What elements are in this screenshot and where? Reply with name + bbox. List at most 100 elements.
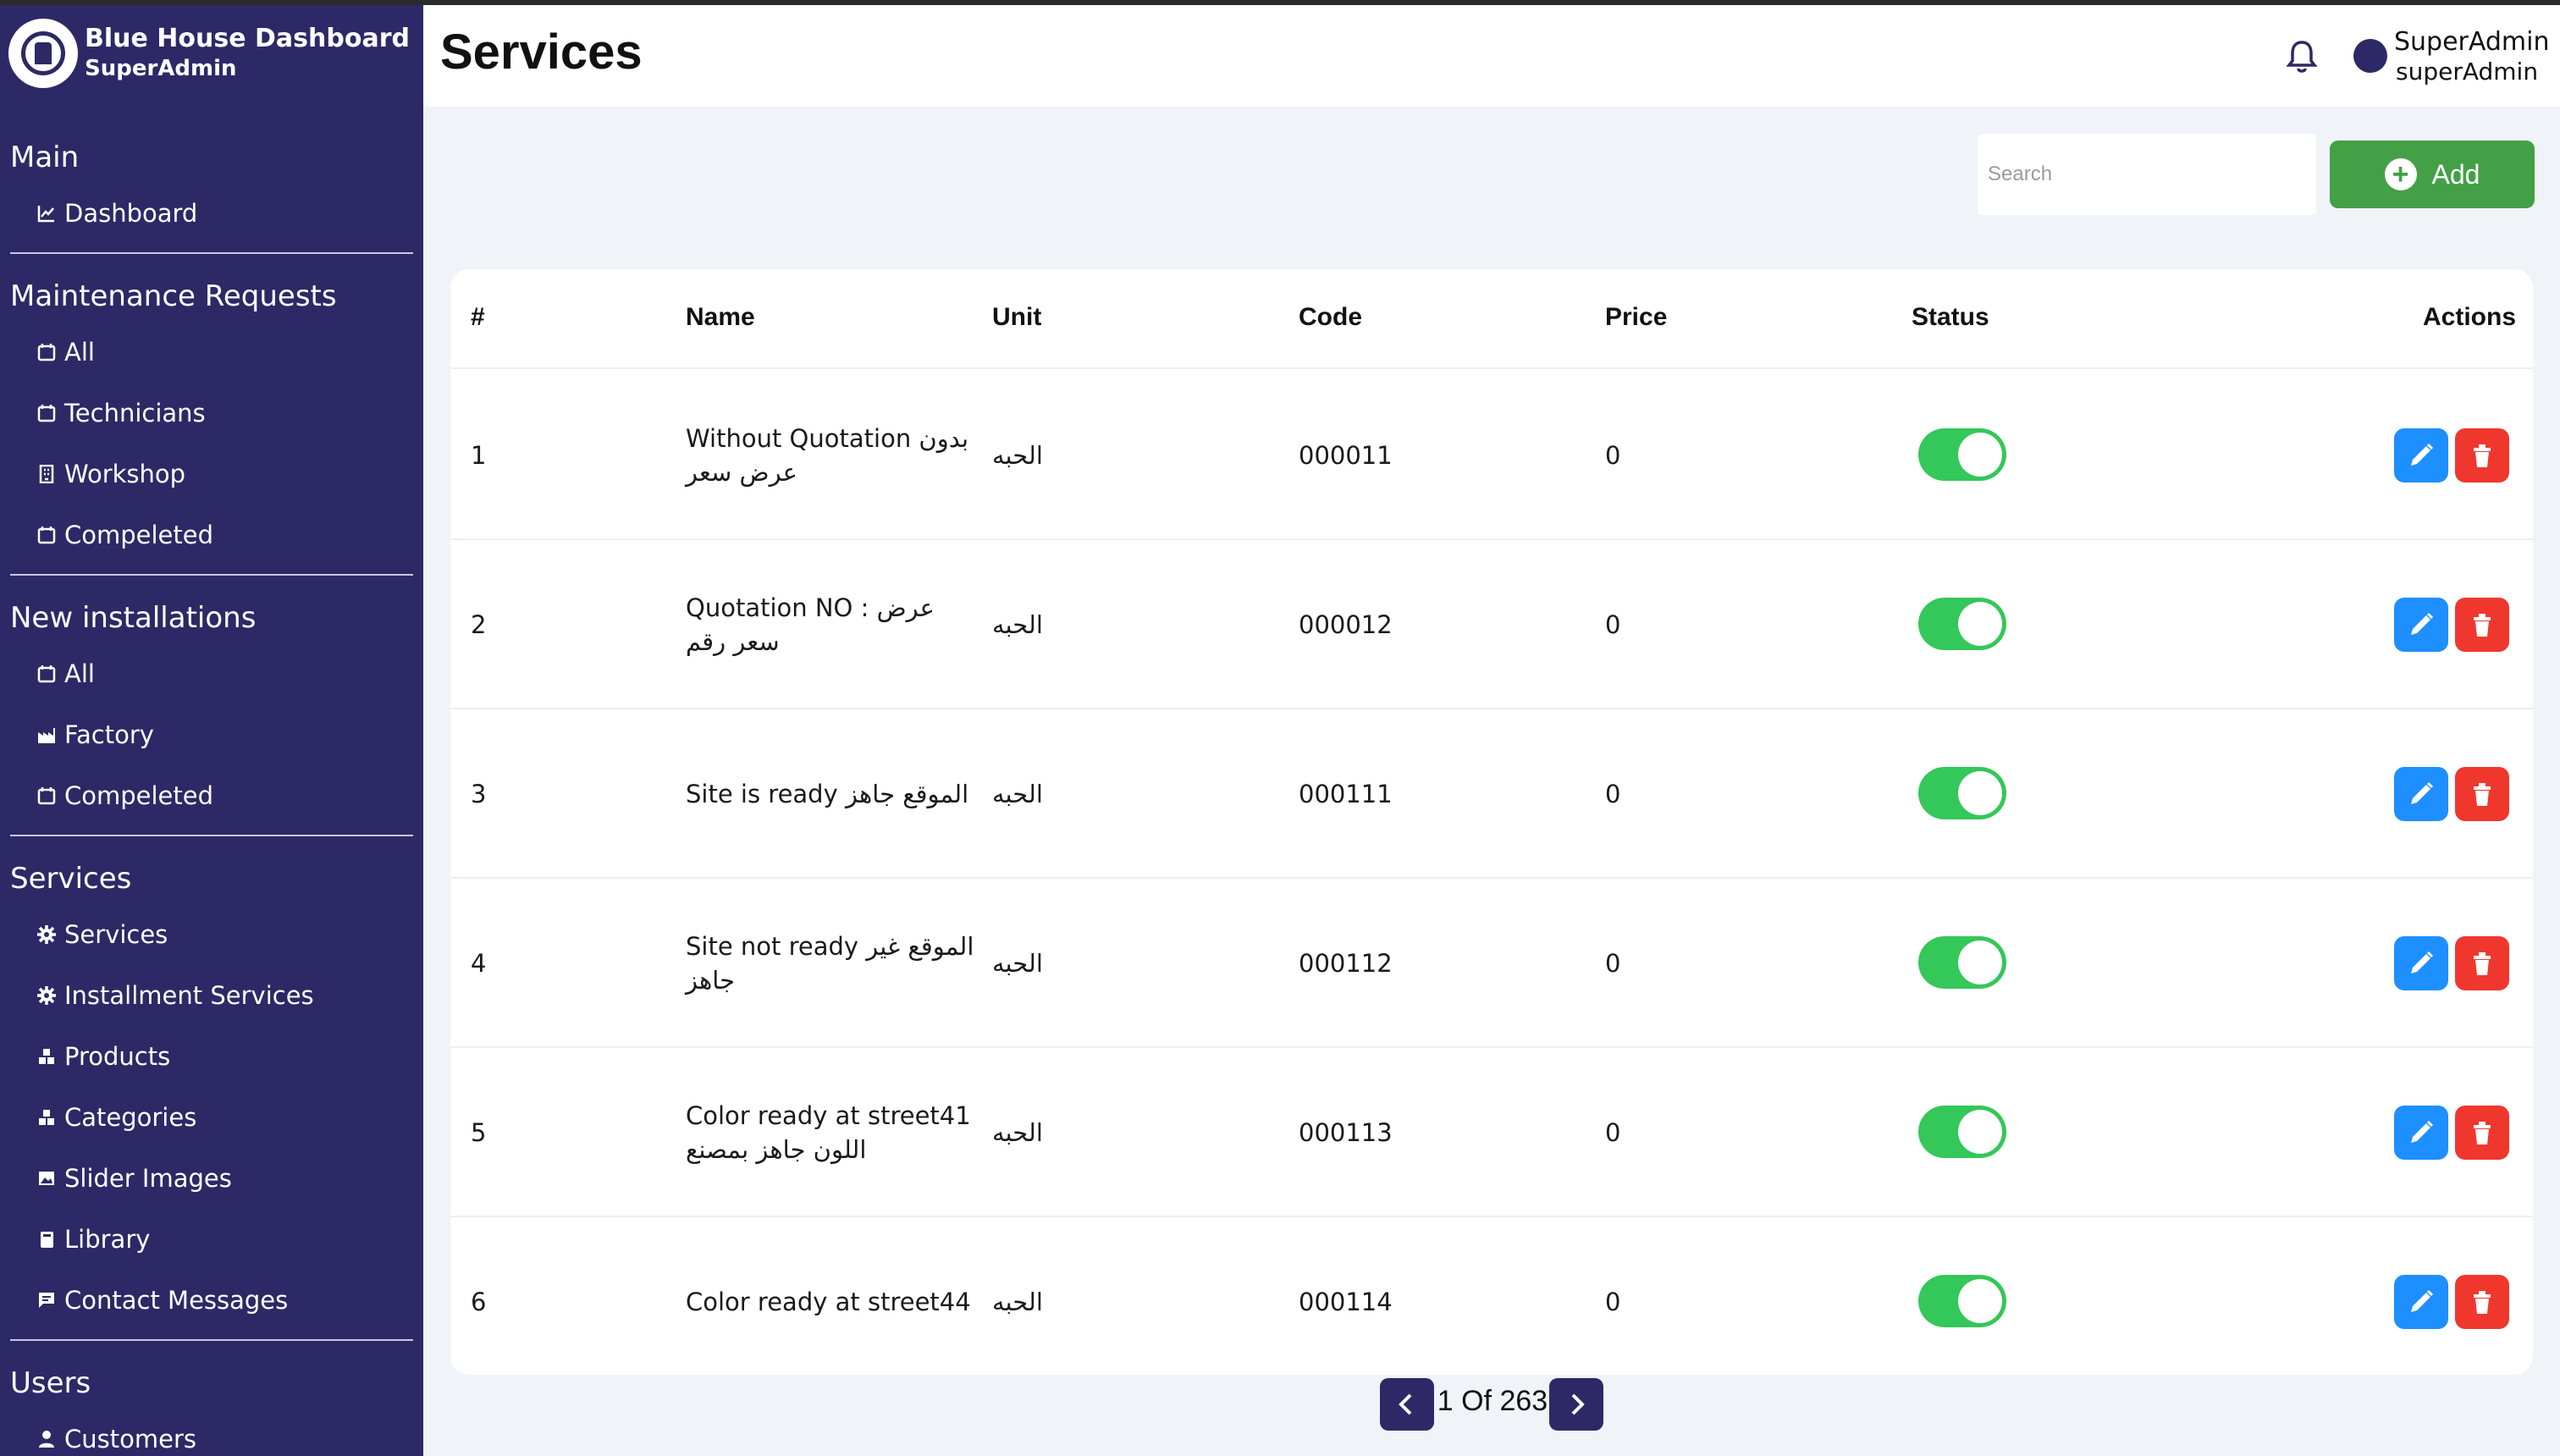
table-row: 4 Site not ready الموقع غير جاهز الحبه 0… [450,879,2533,1048]
sidebar-item-dashboard[interactable]: Dashboard [0,183,423,244]
pencil-icon [2411,1120,2434,1143]
toggle-knob [1958,771,2002,815]
row-code: 000011 [1299,441,1393,470]
page-indicator: 1 Of 263 [1437,1385,1548,1417]
sidebar-item-products[interactable]: Products [0,1026,423,1087]
page-title: Services [440,25,643,80]
sidebar-item-contact-messages[interactable]: Contact Messages [0,1270,423,1331]
avatar[interactable] [2353,39,2387,73]
pencil-icon [2411,612,2434,635]
column-header-name: Name [686,303,755,331]
sidebar-item-customers[interactable]: Customers [0,1409,423,1456]
delete-button[interactable] [2455,1275,2509,1329]
chevron-left-icon [1399,1393,1412,1415]
gear-icon [37,986,56,1005]
sidebar-item-label: Categories [64,1103,197,1132]
sidebar-item-slider-images[interactable]: Slider Images [0,1148,423,1209]
cubes-icon [37,1047,56,1066]
toggle-knob [1958,940,2002,984]
sidebar-item-maintenance-all[interactable]: All [0,322,423,383]
row-name: Site is ready الموقع جاهز [686,780,969,808]
column-header-code: Code [1299,303,1362,331]
row-price: 0 [1605,610,1621,639]
add-button[interactable]: + Add [2330,141,2535,208]
toggle-knob [1958,433,2002,477]
column-header-actions: Actions [2423,303,2517,331]
trash-icon [2474,783,2491,806]
edit-button[interactable] [2394,1106,2448,1160]
row-code: 000112 [1299,949,1393,978]
row-name: Color ready at street41 اللون جاهز بمصنع [686,1101,971,1164]
row-code: 000113 [1299,1118,1393,1147]
sidebar-item-factory[interactable]: Factory [0,704,423,765]
delete-button[interactable] [2455,767,2509,821]
sidebar-item-label: Dashboard [64,199,198,228]
delete-button[interactable] [2455,936,2509,990]
sidebar-divider [10,1339,413,1341]
edit-button[interactable] [2394,598,2448,652]
prev-page-button[interactable] [1380,1378,1434,1431]
edit-button[interactable] [2394,767,2448,821]
sidebar-item-installment-services[interactable]: Installment Services [0,965,423,1026]
row-number: 6 [471,1288,487,1316]
add-button-label: Add [2431,158,2480,190]
pencil-icon [2411,443,2434,466]
sidebar-item-label: Workshop [64,460,186,488]
calendar-icon [37,786,56,805]
status-toggle[interactable] [1918,1106,2006,1158]
row-code: 000114 [1299,1288,1393,1316]
trash-icon [2474,444,2491,467]
book-icon [37,1230,56,1249]
user-name[interactable]: SuperAdmin [2394,27,2550,57]
status-toggle[interactable] [1918,1275,2006,1327]
row-unit: الحبه [992,441,1043,470]
status-toggle[interactable] [1918,767,2006,819]
calendar-icon [37,343,56,361]
trash-icon [2474,614,2491,637]
image-icon [37,1169,56,1188]
house-logo-icon [21,31,65,75]
edit-button[interactable] [2394,1275,2448,1329]
section-title-maintenance: Maintenance Requests [10,279,337,313]
status-toggle[interactable] [1918,598,2006,650]
sidebar-nav: Main Dashboard Maintenance Requests All … [0,132,423,1456]
row-price: 0 [1605,1118,1621,1147]
brand-subtitle: SuperAdmin [85,56,237,81]
status-toggle[interactable] [1918,936,2006,989]
row-number: 1 [471,441,487,470]
row-price: 0 [1605,441,1621,470]
sidebar-item-workshop[interactable]: Workshop [0,444,423,505]
sidebar-item-categories[interactable]: Categories [0,1087,423,1148]
top-header: Services SuperAdmin superAdmin [423,5,2560,107]
delete-button[interactable] [2455,428,2509,483]
bell-icon[interactable] [2282,37,2321,76]
sidebar-item-label: All [64,338,95,367]
sidebar-item-installations-completed[interactable]: Compeleted [0,765,423,826]
calendar-icon [37,665,56,683]
section-title-users: Users [10,1366,91,1400]
edit-button[interactable] [2394,936,2448,990]
sidebar-item-technicians[interactable]: Technicians [0,383,423,444]
status-toggle[interactable] [1918,428,2006,481]
sidebar-item-maintenance-completed[interactable]: Compeleted [0,505,423,565]
sidebar-item-label: Library [64,1225,151,1254]
table-header: # Name Unit Code Price Status Actions [450,269,2533,369]
calendar-icon [37,404,56,422]
edit-button[interactable] [2394,428,2448,483]
sidebar-item-label: Compeleted [64,781,214,810]
row-unit: الحبه [992,610,1043,639]
delete-button[interactable] [2455,1106,2509,1160]
user-icon [37,1430,56,1448]
toggle-knob [1958,602,2002,646]
sidebar-item-services[interactable]: Services [0,904,423,965]
brand-logo [8,19,78,88]
sidebar-item-installations-all[interactable]: All [0,643,423,704]
pagination: 1 Of 263 [1380,1375,1617,1434]
trash-icon [2474,1291,2491,1314]
search-input[interactable] [1978,134,2316,215]
next-page-button[interactable] [1549,1378,1603,1431]
column-header-unit: Unit [992,303,1042,331]
sidebar-item-library[interactable]: Library [0,1209,423,1270]
delete-button[interactable] [2455,598,2509,652]
services-table: # Name Unit Code Price Status Actions 1 … [450,269,2533,1375]
